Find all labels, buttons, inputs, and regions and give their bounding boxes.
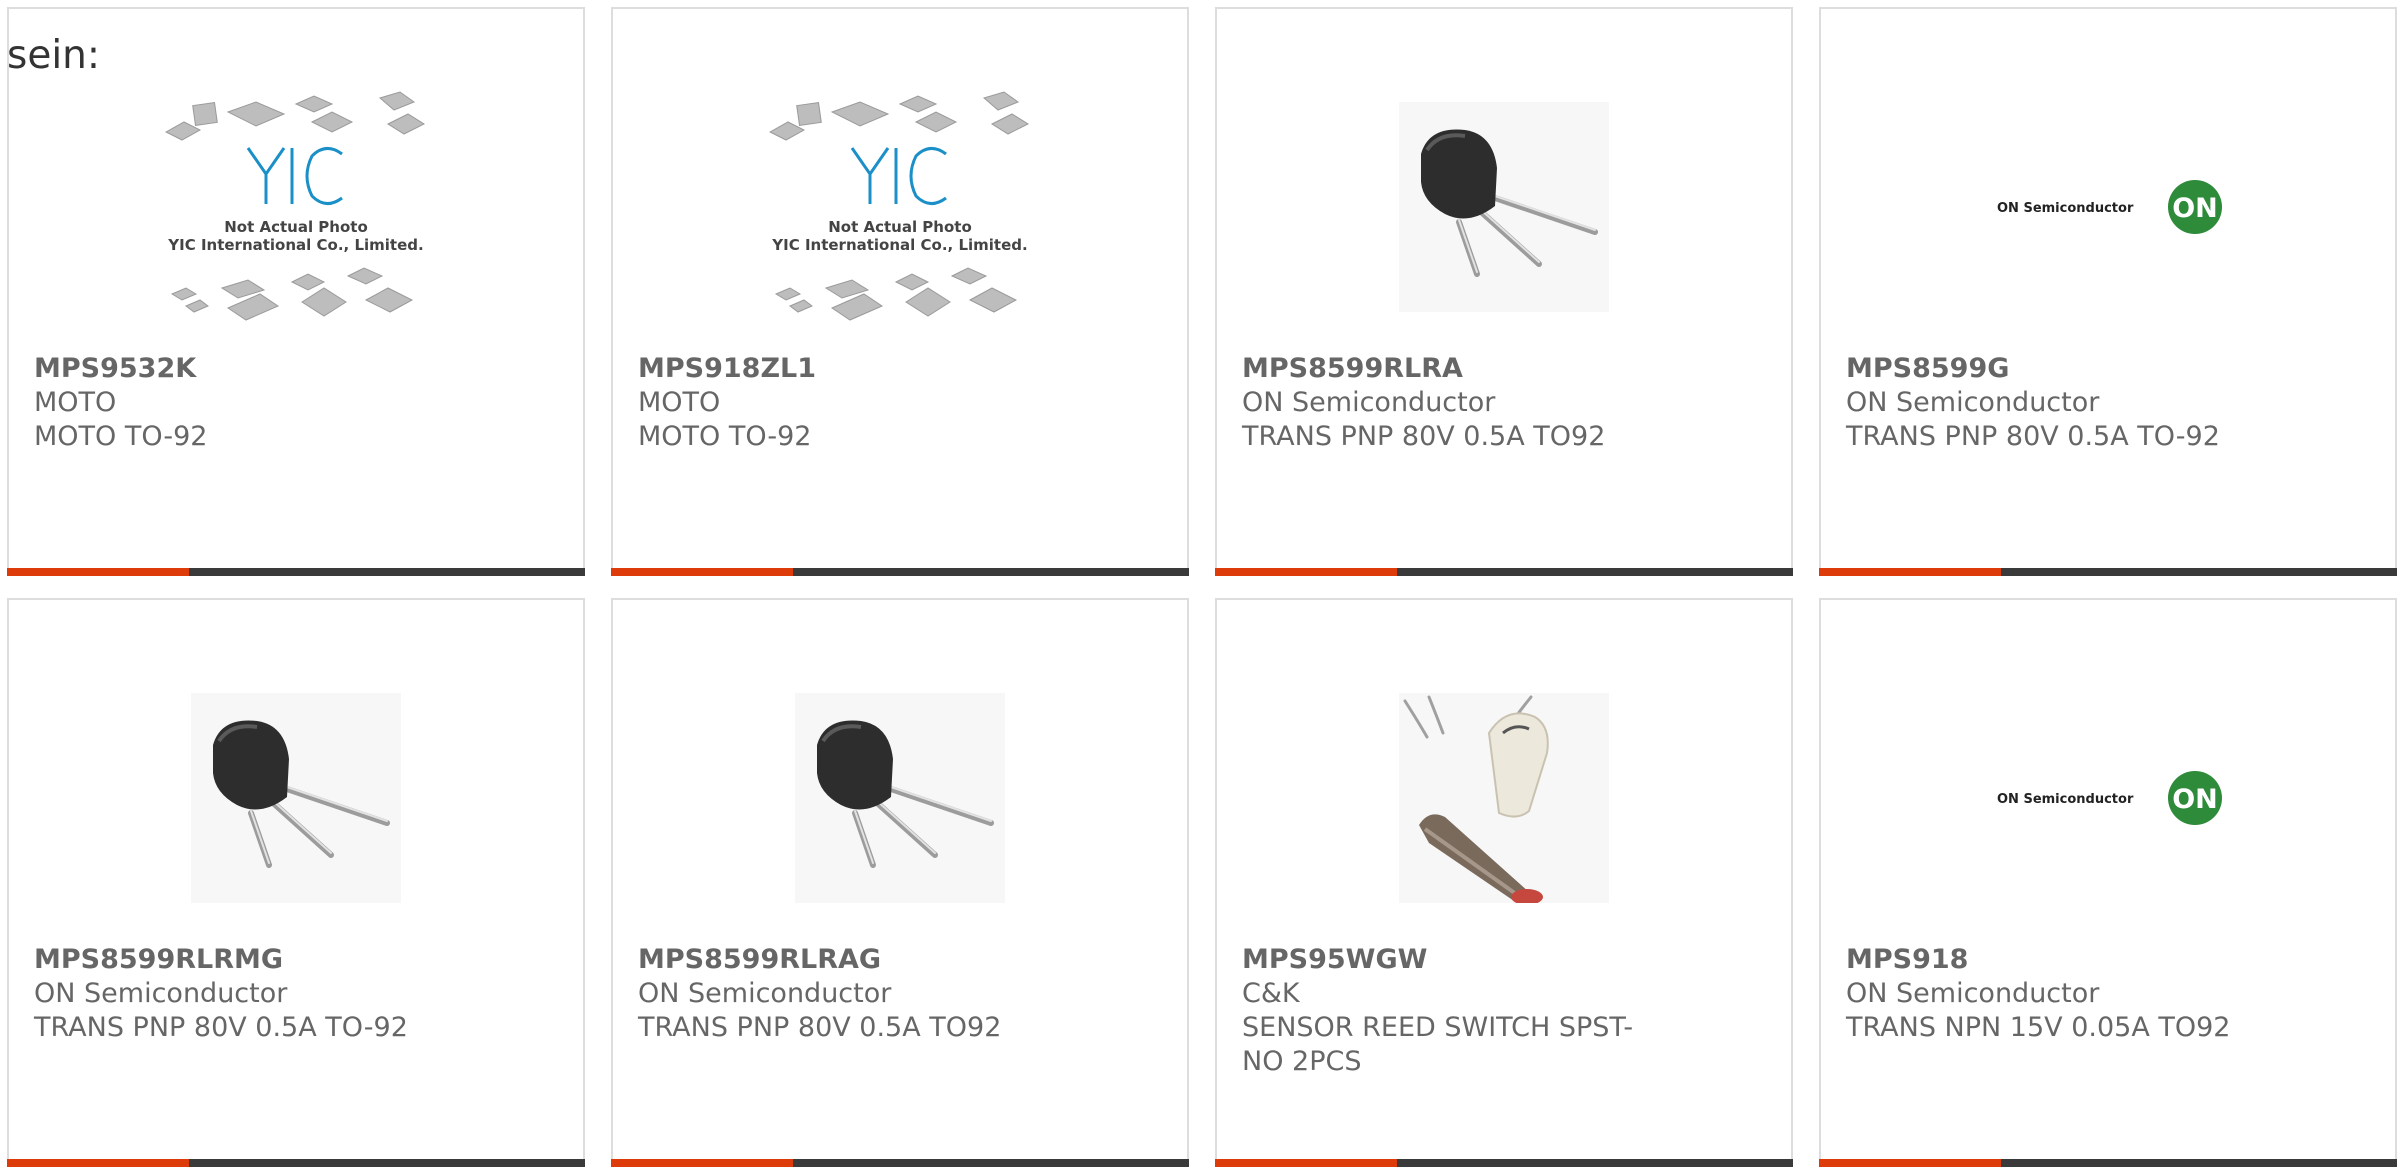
description: TRANS PNP 80V 0.5A TO-92 — [34, 1012, 408, 1043]
placeholder-image-icon: Not Actual Photo YIC International Co., … — [164, 91, 426, 321]
product-image[interactable] — [1217, 67, 1791, 347]
description: TRANS NPN 15V 0.05A TO92 — [1846, 1012, 2231, 1043]
reed-sensor-icon — [1399, 693, 1609, 903]
product-info: MPS918ZL1 MOTO MOTO TO-92 — [638, 352, 1167, 454]
product-image[interactable]: Not Actual Photo YIC International Co., … — [9, 67, 583, 347]
transistor-to92-icon — [191, 693, 401, 903]
product-card[interactable]: MPS95WGW C&K SENSOR REED SWITCH SPST-NO … — [1215, 598, 1793, 1167]
placeholder-caption-1: Not Actual Photo — [828, 218, 972, 236]
product-card[interactable]: Not Actual Photo YIC International Co., … — [7, 7, 585, 576]
on-semiconductor-logo-icon: ON Semiconductor ON — [1997, 180, 2222, 234]
placeholder-caption-2: YIC International Co., Limited. — [167, 236, 423, 254]
card-accent-bar — [1819, 568, 2397, 576]
part-number[interactable]: MPS9532K — [34, 352, 563, 386]
part-number[interactable]: MPS8599G — [1846, 352, 2375, 386]
transistor-to92-icon — [1399, 102, 1609, 312]
manufacturer: C&K — [1242, 978, 1300, 1009]
part-number[interactable]: MPS918 — [1846, 943, 2375, 977]
card-accent-bar — [7, 568, 585, 576]
transistor-to92-icon — [795, 693, 1005, 903]
description: TRANS PNP 80V 0.5A TO-92 — [1846, 421, 2220, 452]
product-info: MPS8599RLRA ON Semiconductor TRANS PNP 8… — [1242, 352, 1771, 454]
card-accent-bar — [611, 1159, 1189, 1167]
card-accent-bar — [7, 1159, 585, 1167]
product-image[interactable] — [613, 658, 1187, 938]
on-logo-badge: ON — [2172, 784, 2218, 815]
on-logo-badge: ON — [2172, 193, 2218, 224]
product-info: MPS8599G ON Semiconductor TRANS PNP 80V … — [1846, 352, 2375, 454]
part-number[interactable]: MPS95WGW — [1242, 943, 1771, 977]
part-number[interactable]: MPS8599RLRAG — [638, 943, 1167, 977]
product-image[interactable]: ON Semiconductor ON — [1821, 67, 2395, 347]
product-info: MPS9532K MOTO MOTO TO-92 — [34, 352, 563, 454]
manufacturer: ON Semiconductor — [1846, 387, 2100, 418]
on-semiconductor-logo-icon: ON Semiconductor ON — [1997, 771, 2222, 825]
manufacturer: ON Semiconductor — [34, 978, 288, 1009]
description: MOTO TO-92 — [34, 421, 208, 452]
placeholder-image-icon: Not Actual Photo YIC International Co., … — [768, 91, 1030, 321]
product-card[interactable]: MPS8599RLRMG ON Semiconductor TRANS PNP … — [7, 598, 585, 1167]
product-info: MPS95WGW C&K SENSOR REED SWITCH SPST-NO … — [1242, 943, 1771, 1079]
part-number[interactable]: MPS8599RLRA — [1242, 352, 1771, 386]
product-card[interactable]: ON Semiconductor ON MPS8599G ON Semicond… — [1819, 7, 2397, 576]
on-logo-wordmark: ON Semiconductor — [1997, 201, 2134, 216]
card-accent-bar — [1215, 1159, 1793, 1167]
placeholder-caption-2: YIC International Co., Limited. — [771, 236, 1027, 254]
intro-text: sein: — [7, 33, 101, 78]
card-accent-bar — [611, 568, 1189, 576]
product-image[interactable] — [9, 658, 583, 938]
card-accent-bar — [1215, 568, 1793, 576]
description: TRANS PNP 80V 0.5A TO92 — [1242, 421, 1606, 452]
product-card[interactable]: Not Actual Photo YIC International Co., … — [611, 7, 1189, 576]
product-card[interactable]: ON Semiconductor ON MPS918 ON Semiconduc… — [1819, 598, 2397, 1167]
part-number[interactable]: MPS918ZL1 — [638, 352, 1167, 386]
on-logo-wordmark: ON Semiconductor — [1997, 792, 2134, 807]
manufacturer: MOTO — [34, 387, 117, 418]
product-image[interactable] — [1217, 658, 1791, 938]
description: SENSOR REED SWITCH SPST-NO 2PCS — [1242, 1012, 1634, 1077]
product-info: MPS8599RLRAG ON Semiconductor TRANS PNP … — [638, 943, 1167, 1045]
manufacturer: ON Semiconductor — [1242, 387, 1496, 418]
product-card[interactable]: MPS8599RLRA ON Semiconductor TRANS PNP 8… — [1215, 7, 1793, 576]
product-image[interactable]: ON Semiconductor ON — [1821, 658, 2395, 938]
product-info: MPS8599RLRMG ON Semiconductor TRANS PNP … — [34, 943, 563, 1045]
part-number[interactable]: MPS8599RLRMG — [34, 943, 563, 977]
description: MOTO TO-92 — [638, 421, 812, 452]
card-accent-bar — [1819, 1159, 2397, 1167]
manufacturer: ON Semiconductor — [638, 978, 892, 1009]
product-info: MPS918 ON Semiconductor TRANS NPN 15V 0.… — [1846, 943, 2375, 1045]
product-card[interactable]: MPS8599RLRAG ON Semiconductor TRANS PNP … — [611, 598, 1189, 1167]
manufacturer: MOTO — [638, 387, 721, 418]
manufacturer: ON Semiconductor — [1846, 978, 2100, 1009]
description: TRANS PNP 80V 0.5A TO92 — [638, 1012, 1002, 1043]
product-image[interactable]: Not Actual Photo YIC International Co., … — [613, 67, 1187, 347]
placeholder-caption-1: Not Actual Photo — [224, 218, 368, 236]
